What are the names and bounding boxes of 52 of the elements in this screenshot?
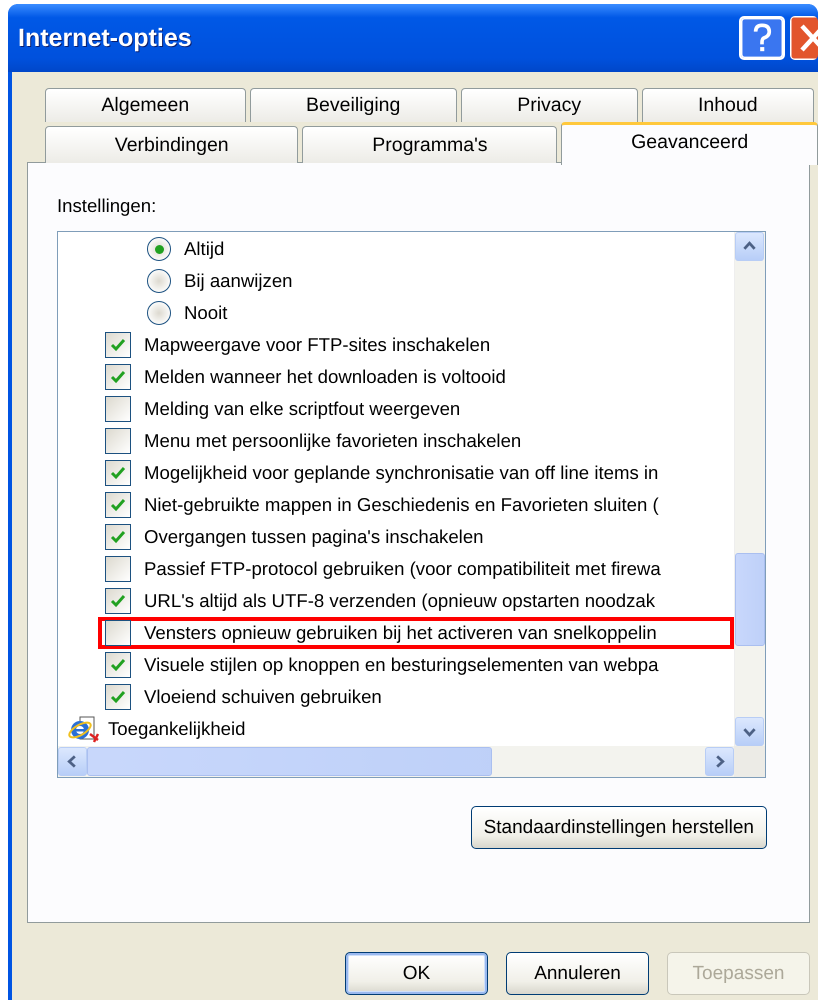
option-label: Overgangen tussen pagina's inschakelen: [144, 526, 484, 548]
tab[interactable]: Privacy: [460, 88, 638, 122]
checkbox[interactable]: [105, 524, 131, 550]
tab[interactable]: Verbindingen: [45, 126, 298, 163]
option-label: Melden wanneer het downloaden is voltooid: [144, 366, 506, 388]
dialog-button[interactable]: OK: [345, 952, 488, 995]
option-label: Nooit: [184, 302, 228, 324]
option-label: Mogelijkheid voor geplande synchronisatie van off line items in: [144, 462, 658, 484]
help-icon[interactable]: [739, 16, 785, 60]
radio-button[interactable]: [147, 301, 171, 325]
scroll-thumb[interactable]: [87, 747, 492, 776]
checkbox[interactable]: [105, 620, 131, 646]
tab[interactable]: Beveiliging: [250, 88, 457, 122]
option-label: Altijd: [184, 238, 224, 260]
scroll-thumb[interactable]: [735, 553, 765, 646]
restore-defaults-button[interactable]: Standaardinstellingen herstellen: [470, 806, 767, 849]
radio-button[interactable]: [147, 269, 171, 293]
checkbox[interactable]: [105, 652, 131, 678]
option-label: URL's altijd als UTF-8 verzenden (opnieuw opstarten noodzak: [144, 590, 656, 612]
option-label: Mapweergave voor FTP-sites inschakelen: [144, 334, 490, 356]
tab[interactable]: Algemeen: [45, 88, 246, 122]
browser-logo-icon: [66, 714, 102, 744]
scroll-left-button[interactable]: [58, 747, 87, 776]
tab[interactable]: Inhoud: [642, 88, 814, 122]
option-label: Melding van elke scriptfout weergeven: [144, 398, 460, 420]
scroll-down-button[interactable]: [735, 717, 764, 746]
tab[interactable]: Geavanceerd: [561, 122, 818, 165]
window-title: Internet-opties: [18, 24, 193, 52]
option-label: Bij aanwijzen: [184, 270, 293, 292]
option-label: Vloeiend schuiven gebruiken: [144, 686, 382, 708]
category-label: Toegankelijkheid: [108, 718, 246, 740]
option-label: Passief FTP-protocol gebruiken (voor compatibiliteit met firewa: [144, 558, 661, 580]
close-icon[interactable]: [790, 16, 818, 60]
option-label: Niet-gebruikte mappen in Geschiedenis en Favorieten sluiten (: [144, 494, 659, 516]
tab[interactable]: Programma's: [302, 126, 558, 163]
scroll-up-button[interactable]: [735, 232, 764, 261]
checkbox[interactable]: [105, 332, 131, 358]
checkbox[interactable]: [105, 396, 131, 422]
radio-button[interactable]: [147, 237, 171, 261]
dialog-button[interactable]: Annuleren: [506, 952, 649, 995]
option-label: Menu met persoonlijke favorieten inschakelen: [144, 430, 522, 452]
checkbox[interactable]: [105, 684, 131, 710]
checkbox[interactable]: [105, 364, 131, 390]
checkbox[interactable]: [105, 460, 131, 486]
scroll-right-button[interactable]: [705, 747, 734, 776]
settings-label: Instellingen:: [57, 195, 158, 218]
option-label: Visuele stijlen op knoppen en besturingselementen van webpa: [144, 654, 658, 676]
option-label: Vensters opnieuw gebruiken bij het activeren van snelkoppelin: [144, 622, 657, 644]
checkbox[interactable]: [105, 556, 131, 582]
checkbox[interactable]: [105, 492, 131, 518]
checkbox[interactable]: [105, 428, 131, 454]
checkbox[interactable]: [105, 588, 131, 614]
